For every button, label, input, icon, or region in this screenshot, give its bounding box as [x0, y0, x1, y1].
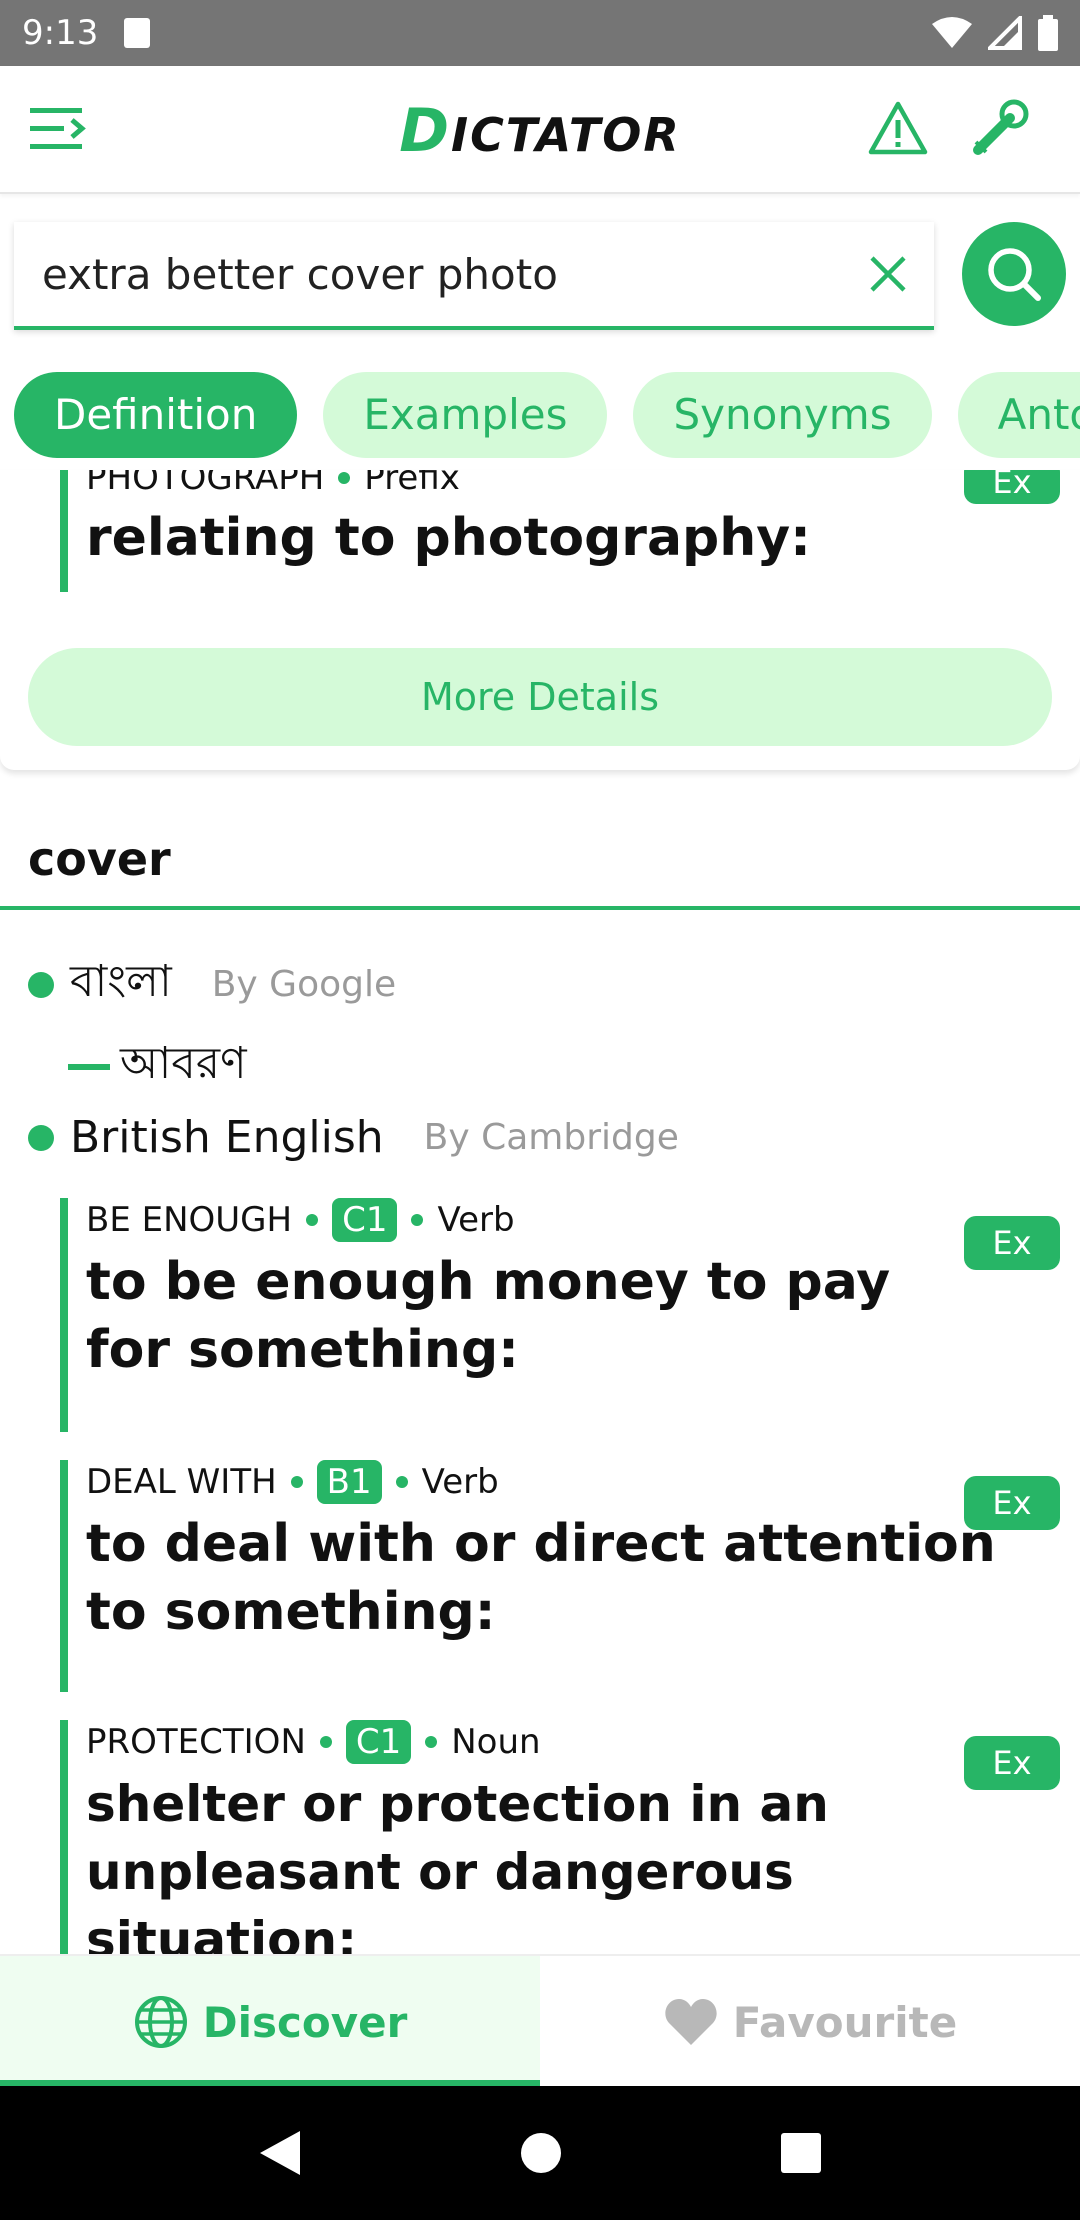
globe-icon	[134, 1996, 187, 2048]
system-nav-bar	[0, 2086, 1080, 2220]
nav-discover[interactable]: Discover	[0, 1956, 540, 2088]
part-of-speech: Prefix	[364, 470, 460, 498]
definition-entry: PROTECTION C1 Noun shelter or protection…	[60, 1720, 1050, 1969]
part-of-speech: Verb	[437, 1200, 515, 1240]
bottom-nav: Discover Favourite	[0, 1954, 1080, 2088]
level-badge: C1	[345, 1720, 412, 1764]
status-icons	[932, 15, 1058, 51]
separator-dot	[290, 1476, 303, 1488]
separator-dot	[395, 1476, 408, 1488]
clear-icon[interactable]	[866, 252, 910, 296]
tab-definition[interactable]: Definition	[14, 372, 298, 458]
definition-card: PHOTOGRAPH Prefix relating to photograph…	[0, 470, 1080, 770]
part-of-speech: Verb	[421, 1462, 499, 1502]
tab-synonyms[interactable]: Synonyms	[633, 372, 932, 458]
nav-discover-label: Discover	[202, 1997, 408, 2047]
definition-text: to be enough money to pay for something:	[86, 1252, 891, 1380]
part-of-speech: Noun	[451, 1722, 541, 1762]
language-row: British English By Cambridge	[28, 1112, 679, 1163]
logo-initial: D	[399, 96, 451, 166]
home-icon[interactable]	[519, 2131, 563, 2175]
language-name: British English	[70, 1112, 384, 1163]
signal-icon	[988, 16, 1022, 50]
translation-text: আবরণ	[120, 1038, 247, 1089]
nav-favourite[interactable]: Favourite	[540, 1956, 1080, 2088]
tab-bar: Definition Examples Synonyms Antonyms	[14, 372, 1080, 458]
definition-text: relating to photography:	[86, 508, 811, 568]
tab-examples[interactable]: Examples	[323, 372, 608, 458]
tools-icon[interactable]	[970, 98, 1030, 158]
heart-icon	[665, 1999, 717, 2045]
separator-dot	[338, 472, 351, 484]
definition-entry: DEAL WITH B1 Verb to deal with or direct…	[60, 1460, 1050, 1692]
nav-favourite-label: Favourite	[732, 1997, 958, 2047]
search-icon	[988, 248, 1041, 301]
back-icon[interactable]	[258, 2129, 302, 2177]
examples-badge[interactable]: Ex	[964, 470, 1060, 504]
level-badge: C1	[332, 1198, 398, 1242]
search-button[interactable]	[962, 222, 1066, 326]
language-row: বাংলা By Google	[28, 948, 396, 1021]
entry-meta: PHOTOGRAPH Prefix	[86, 470, 1000, 498]
bullet-icon	[28, 971, 54, 998]
battery-icon	[1038, 15, 1058, 51]
separator-dot	[319, 1736, 332, 1748]
entry-meta: DEAL WITH B1 Verb	[86, 1460, 1050, 1504]
dash-icon	[68, 1063, 110, 1070]
app-bar: DICTATOR	[0, 66, 1080, 194]
guide-word: DEAL WITH	[86, 1462, 277, 1502]
entry-meta: BE ENOUGH C1 Verb	[86, 1198, 1050, 1242]
search-box	[14, 222, 934, 330]
separator-dot	[425, 1736, 438, 1748]
separator-dot	[411, 1214, 424, 1226]
bullet-icon	[28, 1124, 54, 1151]
word-heading: cover	[28, 832, 171, 886]
examples-badge[interactable]: Ex	[964, 1736, 1060, 1790]
more-details-button[interactable]: More Details	[28, 648, 1052, 746]
divider	[0, 906, 1080, 910]
separator-dot	[306, 1214, 319, 1226]
sd-card-icon	[124, 18, 151, 48]
search-input[interactable]	[42, 249, 822, 299]
entry-meta: PROTECTION C1 Noun	[86, 1720, 1050, 1764]
language-name: বাংলা	[70, 956, 172, 1007]
recents-icon[interactable]	[780, 2132, 822, 2174]
guide-word: PROTECTION	[86, 1722, 306, 1762]
language-source: By Google	[211, 964, 397, 1005]
status-time: 9:13	[22, 13, 99, 53]
tab-antonyms[interactable]: Antonyms	[957, 372, 1080, 458]
examples-badge[interactable]: Ex	[964, 1476, 1060, 1530]
definition-entry: BE ENOUGH C1 Verb to be enough money to …	[60, 1198, 1050, 1432]
guide-word: BE ENOUGH	[86, 1200, 293, 1240]
status-bar: 9:13	[0, 0, 1080, 66]
wifi-icon	[932, 17, 972, 48]
translation-row: আবরণ	[68, 1030, 247, 1103]
language-source: By Cambridge	[423, 1117, 679, 1158]
definition-text: to deal with or direct attention to some…	[86, 1514, 996, 1642]
examples-badge[interactable]: Ex	[964, 1216, 1060, 1270]
guide-word: PHOTOGRAPH	[86, 470, 325, 498]
level-badge: B1	[316, 1460, 382, 1504]
logo-text: ICTATOR	[451, 108, 681, 162]
definition-text: shelter or protection in an unpleasant o…	[86, 1775, 829, 1969]
warning-icon[interactable]	[868, 100, 928, 156]
definition-entry: PHOTOGRAPH Prefix relating to photograph…	[60, 470, 1000, 592]
